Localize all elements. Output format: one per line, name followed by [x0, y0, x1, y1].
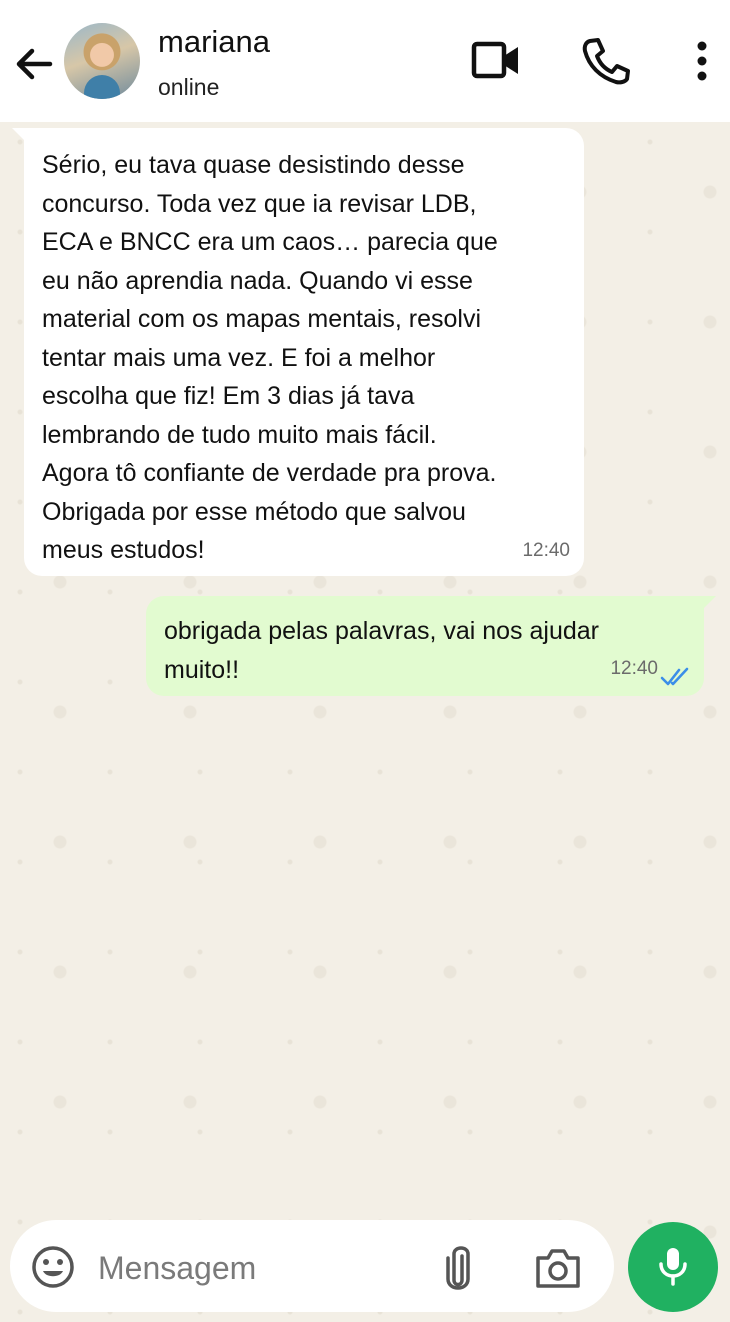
message-input[interactable] — [96, 1242, 420, 1294]
more-vert-icon — [697, 41, 707, 81]
mic-icon — [659, 1248, 687, 1286]
video-icon — [471, 41, 518, 79]
voice-message-button[interactable] — [628, 1222, 718, 1312]
emoji-icon — [32, 1246, 74, 1288]
back-arrow-icon — [16, 48, 53, 80]
contact-name[interactable]: mariana — [158, 24, 270, 60]
attach-button[interactable] — [436, 1244, 480, 1294]
avatar[interactable] — [64, 23, 140, 99]
emoji-button[interactable] — [30, 1244, 76, 1290]
voice-call-button[interactable] — [580, 36, 632, 86]
back-button[interactable] — [10, 40, 58, 88]
message-composer — [10, 1220, 614, 1312]
camera-icon — [536, 1249, 580, 1288]
message-text: Sério, eu tava quase desistindo desse co… — [42, 151, 498, 564]
video-call-button[interactable] — [470, 38, 522, 84]
double-check-icon — [660, 667, 689, 686]
message-incoming[interactable]: Sério, eu tava quase desistindo desse co… — [12, 128, 584, 576]
message-time: 12:40 — [610, 657, 658, 679]
chat-area[interactable]: Sério, eu tava quase desistindo desse co… — [0, 122, 730, 1322]
more-options-button[interactable] — [688, 38, 716, 84]
paperclip-icon — [446, 1246, 470, 1290]
message-text: obrigada pelas palavras, vai nos ajudar … — [164, 617, 599, 684]
message-outgoing[interactable]: obrigada pelas palavras, vai nos ajudar … — [146, 596, 716, 696]
camera-button[interactable] — [534, 1246, 582, 1290]
chat-header: mariana online — [0, 0, 730, 122]
contact-status: online — [158, 74, 220, 100]
message-time: 12:40 — [522, 539, 570, 561]
phone-icon — [582, 38, 630, 85]
